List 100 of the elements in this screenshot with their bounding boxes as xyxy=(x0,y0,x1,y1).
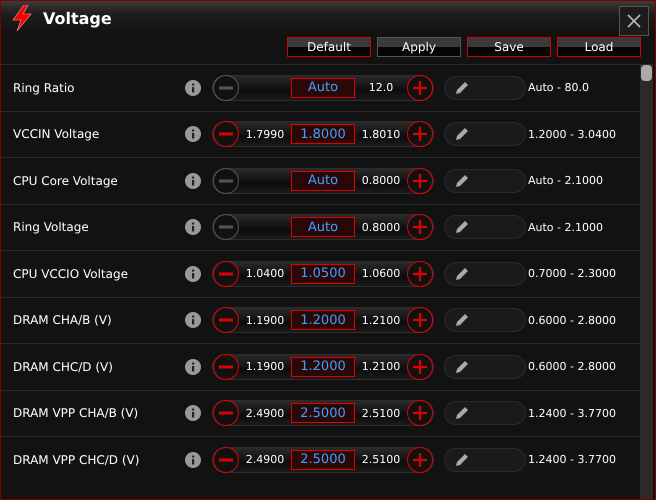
minus-icon xyxy=(219,411,233,416)
lower-value: 1.7990 xyxy=(244,128,286,141)
manual-entry-field[interactable] xyxy=(444,448,526,472)
range-text: Auto - 80.0 xyxy=(528,81,589,94)
info-icon[interactable] xyxy=(185,358,201,375)
setting-label: DRAM CHC/D (V) xyxy=(12,360,114,374)
pencil-icon xyxy=(455,80,469,95)
range-text: 0.6000 - 2.8000 xyxy=(528,360,616,374)
close-icon xyxy=(626,13,642,29)
pencil-icon xyxy=(455,266,469,281)
upper-value: 12.0 xyxy=(368,81,394,94)
decrease-button[interactable] xyxy=(213,260,239,287)
increase-button[interactable] xyxy=(407,121,433,148)
value-field[interactable]: 2.5000 xyxy=(291,403,355,424)
value-slider[interactable]: 1.0400 1.0500 1.0600 xyxy=(212,260,434,287)
toolbar-button[interactable]: Load xyxy=(557,37,641,57)
value-field[interactable]: Auto xyxy=(291,217,355,238)
decrease-button[interactable] xyxy=(213,307,239,334)
increase-button[interactable] xyxy=(407,446,433,473)
toolbar-button[interactable]: Default xyxy=(287,37,371,57)
upper-value: 1.0600 xyxy=(360,267,402,280)
decrease-button[interactable] xyxy=(213,446,239,473)
increase-button[interactable] xyxy=(407,260,433,287)
range-text: 1.2400 - 3.7700 xyxy=(528,406,616,420)
value-field[interactable]: 1.2000 xyxy=(291,310,355,330)
manual-entry-field[interactable] xyxy=(444,168,526,193)
setting-label: Ring Voltage xyxy=(12,220,90,234)
increase-button[interactable] xyxy=(407,214,433,240)
setting-label: DRAM CHA/B (V) xyxy=(12,313,113,328)
manual-entry-field[interactable] xyxy=(444,215,526,240)
minus-icon xyxy=(219,225,233,230)
pencil-icon xyxy=(455,127,469,142)
value-slider[interactable]: 1.1900 1.2000 1.2100 xyxy=(212,307,434,334)
decrease-button[interactable] xyxy=(213,214,239,240)
pencil-icon xyxy=(455,174,469,188)
lower-value: 1.0400 xyxy=(244,267,286,280)
value-slider[interactable]: 1.1900 1.2000 1.2100 xyxy=(212,354,434,380)
toolbar-button[interactable]: Save xyxy=(467,37,551,57)
value-field[interactable]: Auto xyxy=(291,170,355,191)
info-icon[interactable] xyxy=(185,452,201,468)
plus-icon xyxy=(413,220,427,234)
setting-label: Ring Ratio xyxy=(12,80,76,95)
manual-entry-field[interactable] xyxy=(444,354,526,379)
value-field[interactable]: 2.5000 xyxy=(291,450,355,470)
value-field[interactable]: 1.2000 xyxy=(291,356,355,377)
setting-label: VCCIN Voltage xyxy=(12,127,100,142)
decrease-button[interactable] xyxy=(213,400,239,426)
manual-entry-field[interactable] xyxy=(444,401,526,426)
decrease-button[interactable] xyxy=(213,168,239,194)
value-field[interactable]: Auto xyxy=(291,78,355,98)
info-icon[interactable] xyxy=(185,219,201,236)
info-icon[interactable] xyxy=(185,266,201,282)
info-icon[interactable] xyxy=(185,80,201,96)
lower-value: 2.4900 xyxy=(244,453,286,466)
minus-icon xyxy=(219,178,233,183)
info-icon[interactable] xyxy=(185,312,201,328)
value-slider[interactable]: Auto 0.8000 xyxy=(212,214,434,240)
manual-entry-field[interactable] xyxy=(444,308,526,332)
scrollbar[interactable] xyxy=(640,64,653,499)
manual-entry-field[interactable] xyxy=(444,76,526,100)
info-icon[interactable] xyxy=(185,172,201,189)
minus-icon xyxy=(219,132,233,136)
value-field[interactable]: 1.0500 xyxy=(291,264,355,284)
minus-icon xyxy=(219,364,233,369)
plus-icon xyxy=(413,127,427,142)
value-slider[interactable]: 2.4900 2.5000 2.5100 xyxy=(212,446,434,473)
upper-value: 0.8000 xyxy=(360,174,402,188)
increase-button[interactable] xyxy=(407,354,433,380)
window-title: Voltage xyxy=(43,8,113,28)
range-text: 0.6000 - 2.8000 xyxy=(528,314,616,327)
increase-button[interactable] xyxy=(407,307,433,334)
plus-icon xyxy=(413,360,427,374)
manual-entry-field[interactable] xyxy=(444,122,526,146)
toolbar-button[interactable]: Apply xyxy=(377,37,461,57)
range-text: 1.2000 - 3.0400 xyxy=(528,128,616,141)
minus-icon xyxy=(219,86,233,90)
setting-label: CPU VCCIO Voltage xyxy=(12,266,129,281)
value-slider[interactable]: Auto 0.8000 xyxy=(212,168,434,194)
pencil-icon xyxy=(455,313,469,328)
value-slider[interactable]: 2.4900 2.5000 2.5100 xyxy=(212,400,434,426)
info-icon[interactable] xyxy=(185,126,201,142)
increase-button[interactable] xyxy=(407,168,433,194)
value-slider[interactable]: Auto 12.0 xyxy=(212,74,434,101)
plus-icon xyxy=(413,406,427,420)
pencil-icon xyxy=(455,220,469,234)
increase-button[interactable] xyxy=(407,400,433,426)
decrease-button[interactable] xyxy=(213,74,239,101)
upper-value: 2.5100 xyxy=(360,406,402,420)
decrease-button[interactable] xyxy=(213,354,239,380)
upper-value: 1.8010 xyxy=(360,128,402,141)
info-icon[interactable] xyxy=(185,405,201,422)
plus-icon xyxy=(413,80,427,95)
lower-value: 1.1900 xyxy=(244,360,286,374)
value-slider[interactable]: 1.7990 1.8000 1.8010 xyxy=(212,121,434,148)
value-field[interactable]: 1.8000 xyxy=(291,124,355,144)
increase-button[interactable] xyxy=(407,74,433,101)
decrease-button[interactable] xyxy=(213,121,239,148)
close-button[interactable] xyxy=(619,6,649,36)
manual-entry-field[interactable] xyxy=(444,262,526,286)
plus-icon xyxy=(413,174,427,188)
